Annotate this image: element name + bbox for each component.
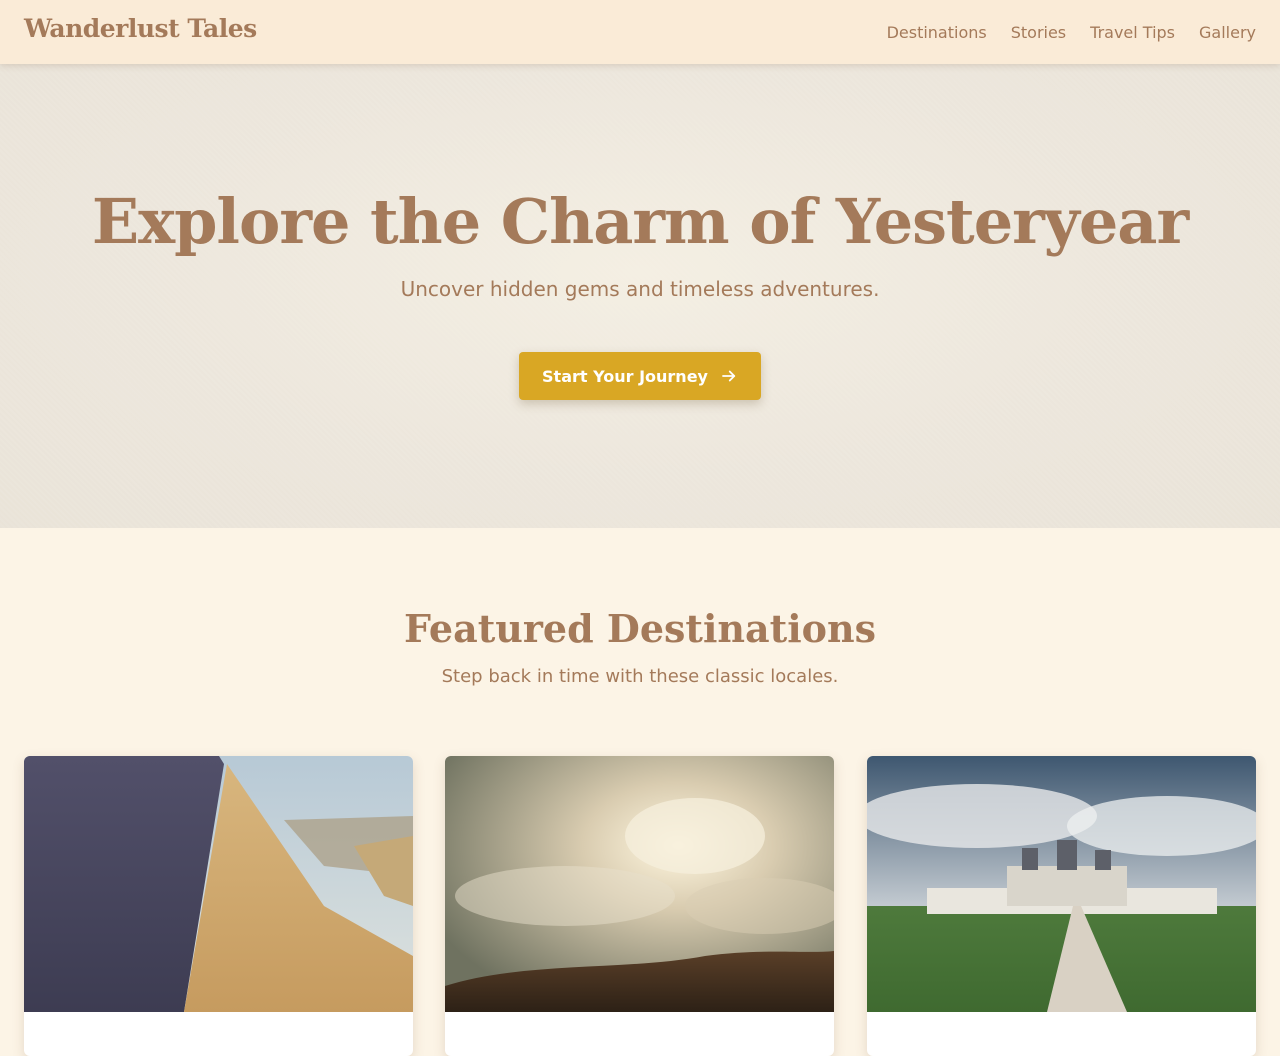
main-nav: Destinations Stories Travel Tips Gallery	[887, 0, 1256, 64]
nav-link-destinations[interactable]: Destinations	[887, 23, 987, 42]
hero-subtitle: Uncover hidden gems and timeless adventu…	[400, 277, 880, 301]
nav-link-travel-tips[interactable]: Travel Tips	[1090, 23, 1175, 42]
site-header: Wanderlust Tales Destinations Stories Tr…	[0, 0, 1280, 64]
featured-title: Featured Destinations	[404, 606, 876, 651]
hero-section: Explore the Charm of Yesteryear Uncover …	[0, 64, 1280, 528]
arrow-right-icon	[722, 370, 736, 382]
destination-card[interactable]	[867, 756, 1256, 1056]
featured-section: Featured Destinations Step back in time …	[0, 528, 1280, 1056]
destination-card[interactable]	[445, 756, 834, 1056]
start-journey-label: Start Your Journey	[542, 366, 708, 386]
sunrays-clouds-photo	[445, 756, 834, 1012]
destination-card[interactable]	[24, 756, 413, 1056]
start-journey-button[interactable]: Start Your Journey	[519, 352, 761, 400]
nav-link-gallery[interactable]: Gallery	[1199, 23, 1256, 42]
nav-link-stories[interactable]: Stories	[1011, 23, 1066, 42]
site-logo[interactable]: Wanderlust Tales	[24, 14, 257, 43]
desert-dune-photo	[24, 756, 413, 1012]
hero-title: Explore the Charm of Yesteryear	[91, 185, 1189, 258]
chateau-photo	[867, 756, 1256, 1012]
featured-subtitle: Step back in time with these classic loc…	[441, 666, 839, 687]
